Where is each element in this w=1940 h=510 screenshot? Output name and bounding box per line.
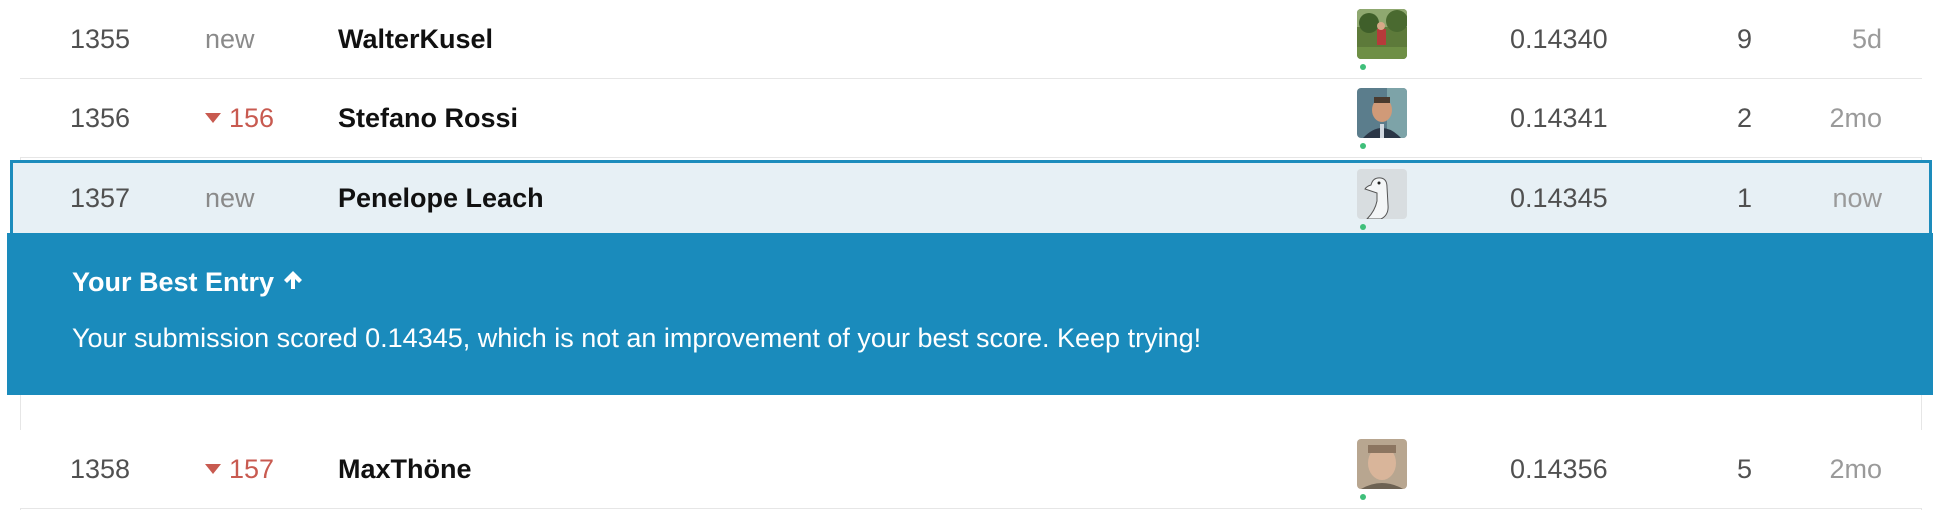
online-dot bbox=[1360, 64, 1366, 70]
banner-title: Your Best Entry bbox=[72, 267, 304, 298]
team-name[interactable]: Penelope Leach bbox=[338, 163, 544, 233]
best-entry-banner: Your Best Entry Your submission scored 0… bbox=[7, 233, 1933, 395]
banner-title-text: Your Best Entry bbox=[72, 267, 275, 297]
leaderboard-row-current-user[interactable]: 1357 new Penelope Leach 0.14345 1 now bbox=[10, 160, 1932, 233]
team-name[interactable]: MaxThöne bbox=[338, 430, 472, 508]
rank-change: 157 bbox=[205, 430, 274, 508]
team-name[interactable]: WalterKusel bbox=[338, 0, 493, 78]
score: 0.14340 bbox=[1510, 23, 1608, 54]
leaderboard-row[interactable]: 1356 156 Stefano Rossi 0.14341 2 2mo bbox=[20, 79, 1922, 158]
entries-count: 2 bbox=[1736, 102, 1752, 133]
rank-change: 156 bbox=[205, 79, 274, 157]
team-avatar[interactable] bbox=[1357, 9, 1407, 70]
last-submission: 2mo bbox=[1829, 453, 1882, 484]
triangle-down-icon bbox=[205, 464, 221, 474]
rank-change: new bbox=[205, 23, 255, 54]
photo-person-face-icon bbox=[1357, 439, 1407, 489]
team-avatar[interactable] bbox=[1357, 439, 1407, 500]
leaderboard-row[interactable]: 1358 157 MaxThöne 0.14356 5 2mo bbox=[20, 430, 1922, 509]
last-submission: now bbox=[1832, 182, 1882, 213]
score: 0.14341 bbox=[1510, 102, 1608, 133]
banner-message: Your submission scored 0.14345, which is… bbox=[72, 323, 1202, 353]
entries-count: 9 bbox=[1736, 23, 1752, 54]
team-avatar[interactable] bbox=[1357, 169, 1407, 230]
team-avatar[interactable] bbox=[1357, 88, 1407, 149]
rank-change-value: 156 bbox=[229, 102, 275, 133]
entries-count: 5 bbox=[1736, 453, 1752, 484]
rank-change-value: 157 bbox=[229, 453, 275, 484]
photo-person-portrait-icon bbox=[1357, 88, 1407, 138]
rank: 1357 bbox=[70, 182, 131, 213]
team-name[interactable]: Stefano Rossi bbox=[338, 79, 518, 157]
rank: 1358 bbox=[70, 453, 131, 484]
last-submission: 5d bbox=[1851, 23, 1882, 54]
rank-change: new bbox=[205, 182, 255, 213]
triangle-down-icon bbox=[205, 113, 221, 123]
rank: 1355 bbox=[70, 23, 131, 54]
online-dot bbox=[1360, 224, 1366, 230]
entries-count: 1 bbox=[1736, 182, 1752, 213]
online-dot bbox=[1360, 143, 1366, 149]
score: 0.14345 bbox=[1510, 182, 1608, 213]
leaderboard-row[interactable]: 1355 new WalterKusel 0.14340 9 5d bbox=[20, 0, 1922, 79]
arrow-up-icon bbox=[282, 267, 304, 298]
goose-sketch-icon bbox=[1357, 169, 1407, 219]
score: 0.14356 bbox=[1510, 453, 1608, 484]
rank: 1356 bbox=[70, 102, 131, 133]
photo-person-outdoors-icon bbox=[1357, 9, 1407, 59]
online-dot bbox=[1360, 494, 1366, 500]
last-submission: 2mo bbox=[1829, 102, 1882, 133]
